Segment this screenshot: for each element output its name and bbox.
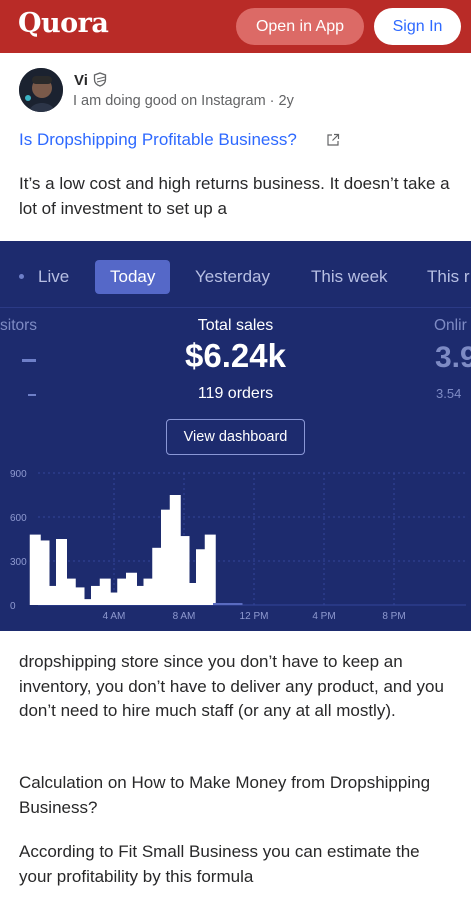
tab-this-month[interactable]: This r [427, 260, 470, 294]
tab-this-week[interactable]: This week [311, 260, 388, 294]
tab-divider [0, 307, 471, 308]
bar [204, 534, 216, 605]
top-bar: Quora Open in App Sign In [0, 0, 471, 53]
answer-continuation: dropshipping store since you don’t have … [19, 652, 444, 720]
tab-today[interactable]: Today [95, 260, 171, 294]
online-value: 3.9 [435, 341, 471, 374]
y-tick-label: 900 [10, 469, 27, 480]
dashboard-screenshot: Live Today Yesterday This week This r si… [0, 241, 471, 631]
external-link-icon [327, 133, 340, 146]
open-in-app-button[interactable]: Open in App [236, 8, 364, 45]
avatar[interactable] [19, 68, 63, 112]
total-sales-value: $6.24k [185, 337, 286, 374]
x-tick-label: 4 PM [312, 611, 335, 622]
answer-paragraph-2: Calculation on How to Make Money from Dr… [19, 773, 431, 817]
y-tick-label: 600 [10, 513, 27, 524]
tab-live[interactable]: Live [38, 260, 69, 294]
x-tick-label: 12 PM [240, 611, 269, 622]
tab-yesterday[interactable]: Yesterday [195, 260, 270, 294]
view-dashboard-button[interactable]: View dashboard [166, 419, 305, 455]
y-tick-label: 0 [10, 601, 16, 612]
answer-paragraph-3: According to Fit Small Business you can … [19, 842, 420, 886]
shield-check-icon [93, 72, 107, 87]
total-sales-label: Total sales [197, 317, 274, 334]
dashboard-tabs: Live Today Yesterday This week This r [0, 241, 471, 307]
x-tick-label: 8 AM [173, 611, 196, 622]
y-tick-label: 300 [10, 557, 27, 568]
author-credential: I am doing good on Instagram · 2y [73, 93, 294, 109]
author-name[interactable]: Vi [74, 72, 88, 89]
x-tick-label: 4 AM [103, 611, 126, 622]
quora-logo[interactable]: Quora [18, 8, 109, 39]
live-dot-icon [19, 274, 24, 279]
x-tick-label: 8 PM [382, 611, 405, 622]
question-title[interactable]: Is Dropshipping Profitable Business? [19, 130, 297, 150]
sign-in-button[interactable]: Sign In [374, 8, 461, 45]
online-sub: 3.54 [436, 386, 462, 401]
online-label: Onlir [434, 317, 467, 334]
orders-count: 119 orders [197, 385, 274, 402]
answer-intro: It’s a low cost and high returns busines… [19, 174, 450, 218]
sales-bar-chart: 0 300 600 900 4 AM 8 AM 12 PM 4 PM 8 PM [10, 469, 466, 622]
